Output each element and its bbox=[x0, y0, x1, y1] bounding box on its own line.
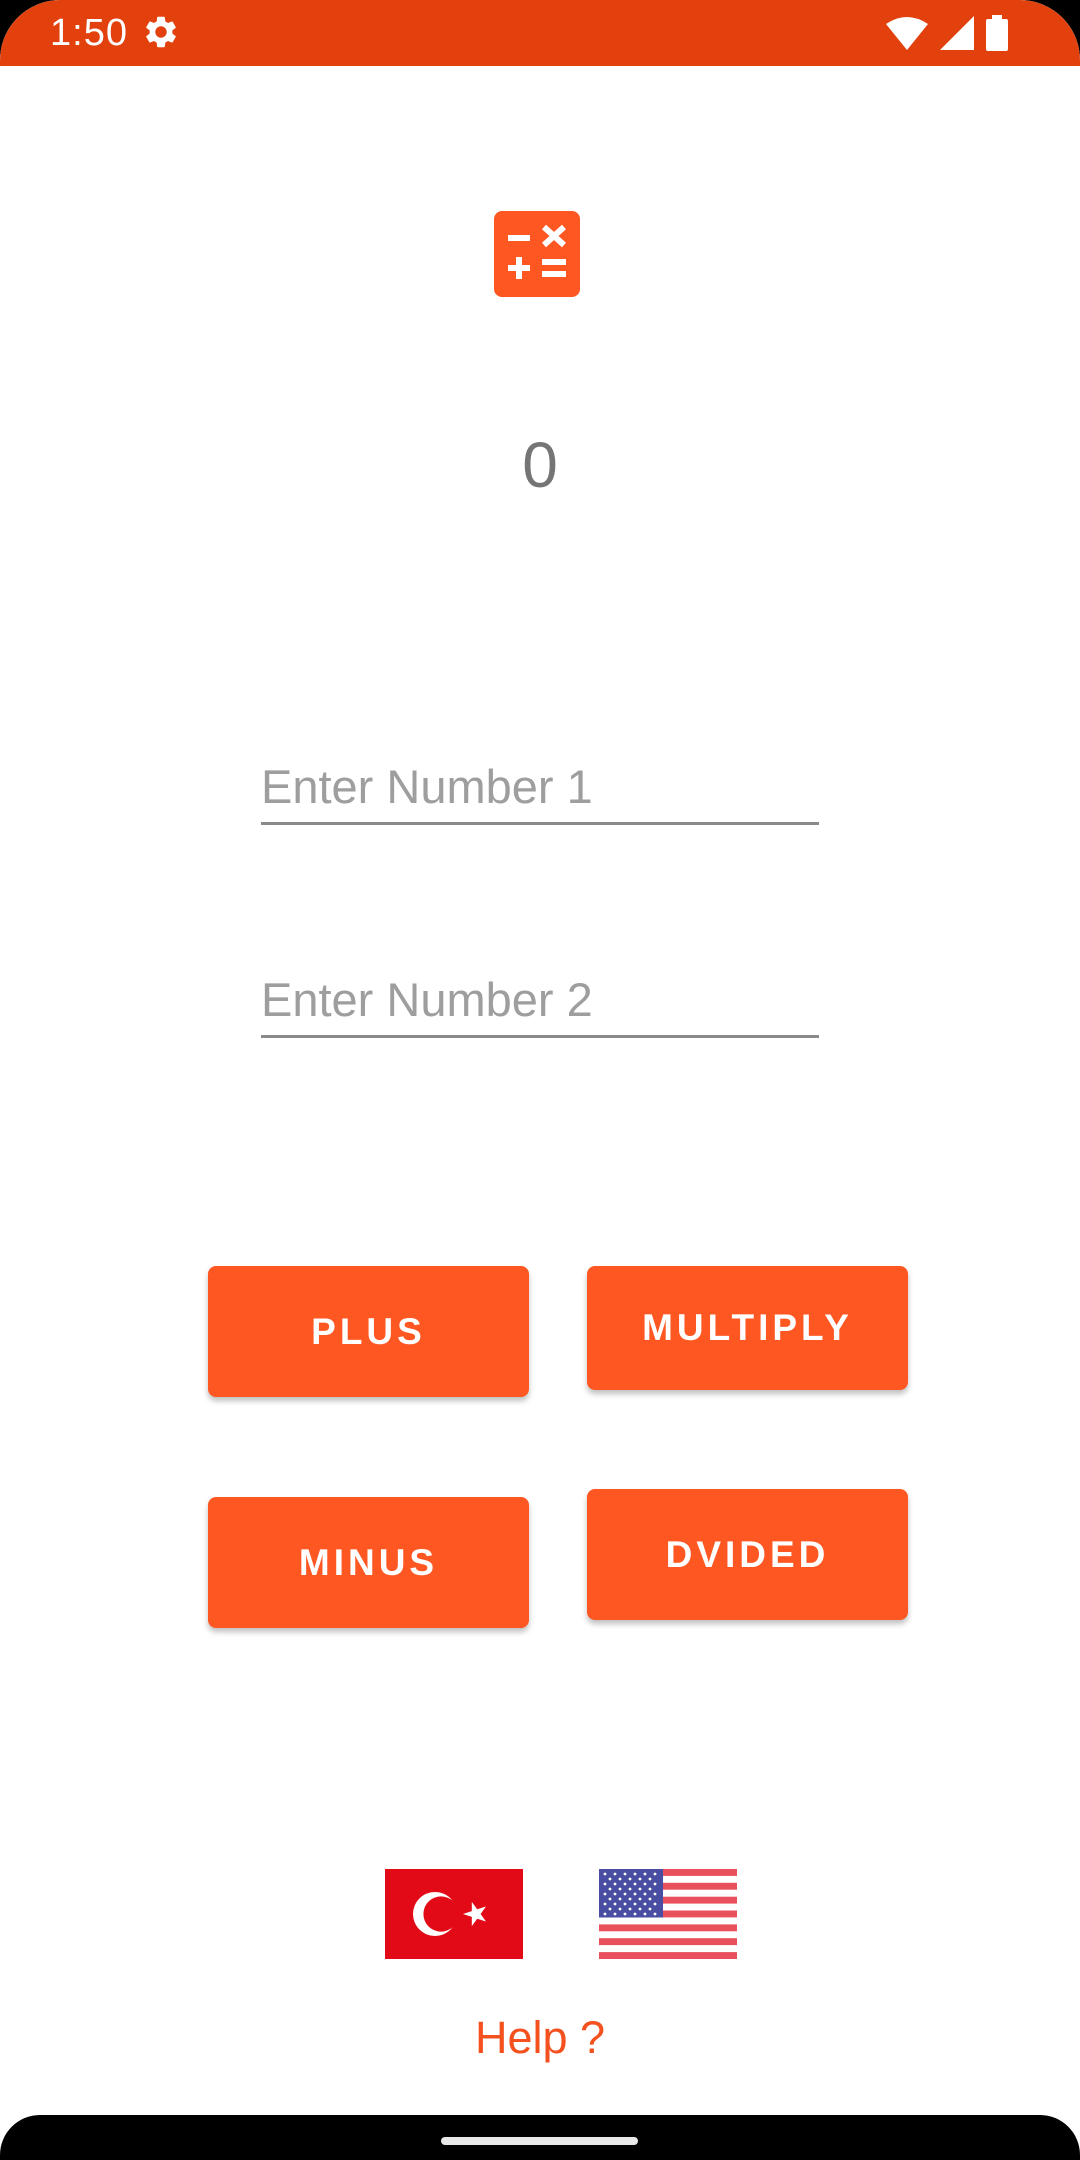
app-screen: 1:50 0 Enter Number 1 Enter Number 2 PLU… bbox=[0, 0, 1080, 2160]
battery-icon bbox=[986, 15, 1008, 51]
wifi-icon bbox=[886, 17, 928, 50]
calculator-icon bbox=[494, 211, 580, 297]
usa-flag-icon[interactable] bbox=[599, 1869, 737, 1959]
plus-button[interactable]: PLUS bbox=[208, 1266, 529, 1397]
result-display: 0 bbox=[522, 429, 558, 501]
number2-field-wrapper bbox=[261, 963, 819, 1038]
divided-button[interactable]: DVIDED bbox=[587, 1489, 908, 1620]
help-link[interactable]: Help ? bbox=[0, 2010, 1080, 2066]
minus-button[interactable]: MINUS bbox=[208, 1497, 529, 1628]
multiply-button[interactable]: MULTIPLY bbox=[587, 1266, 908, 1390]
navigation-bar bbox=[0, 2115, 1080, 2160]
status-bar: 1:50 bbox=[0, 0, 1080, 66]
settings-icon bbox=[146, 16, 176, 48]
status-time: 1:50 bbox=[50, 12, 128, 54]
cell-signal-icon bbox=[940, 16, 974, 50]
home-gesture-handle[interactable] bbox=[441, 2137, 638, 2145]
number2-input[interactable] bbox=[261, 972, 819, 1027]
number1-field-wrapper bbox=[261, 750, 819, 825]
status-icons bbox=[886, 14, 1008, 52]
turkey-flag-icon[interactable] bbox=[385, 1869, 523, 1959]
number1-input[interactable] bbox=[261, 759, 819, 814]
